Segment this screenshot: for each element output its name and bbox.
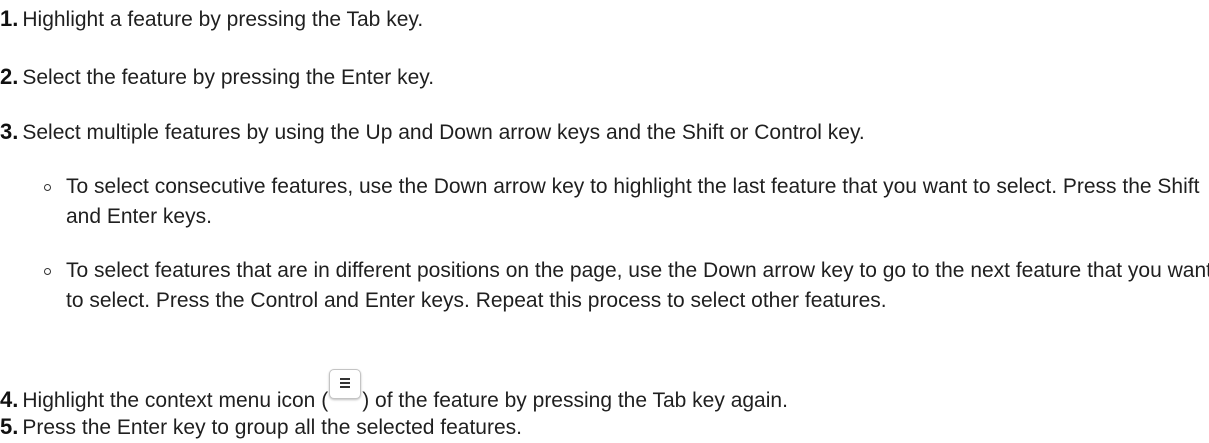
step-1: 1. Highlight a feature by pressing the Ta… [0,4,423,35]
step-text-after: ) of the feature by pressing the Tab key… [362,389,788,412]
circle-bullet-icon [44,268,51,275]
sub-item-text: To select features that are in different… [66,259,1209,312]
sub-item-different-positions: To select features that are in different… [44,256,1209,316]
step-text: Press the Enter key to group all the sel… [22,416,522,439]
step-5: 5. Press the Enter key to group all the s… [0,412,522,443]
step-2: 2. Select the feature by pressing the Ent… [0,62,434,93]
step-text: Select multiple features by using the Up… [22,121,865,144]
step-text-before: Highlight the context menu icon ( [22,389,329,412]
step-number: 5. [0,414,19,439]
step-4: 4. Highlight the context menu icon ( ) of … [0,369,788,416]
circle-bullet-icon [44,184,51,191]
step-text: Select the feature by pressing the Enter… [22,66,435,89]
step-number: 1. [0,6,19,31]
step-number: 2. [0,64,19,89]
hamburger-menu-icon [329,369,362,399]
step-number: 4. [0,387,19,412]
step-text: Highlight a feature by pressing the Tab … [22,8,424,31]
step-number: 3. [0,119,19,144]
step-3: 3. Select multiple features by using the … [0,117,865,148]
sub-item-text: To select consecutive features, use the … [66,175,1200,228]
sub-item-consecutive: To select consecutive features, use the … [44,172,1209,232]
